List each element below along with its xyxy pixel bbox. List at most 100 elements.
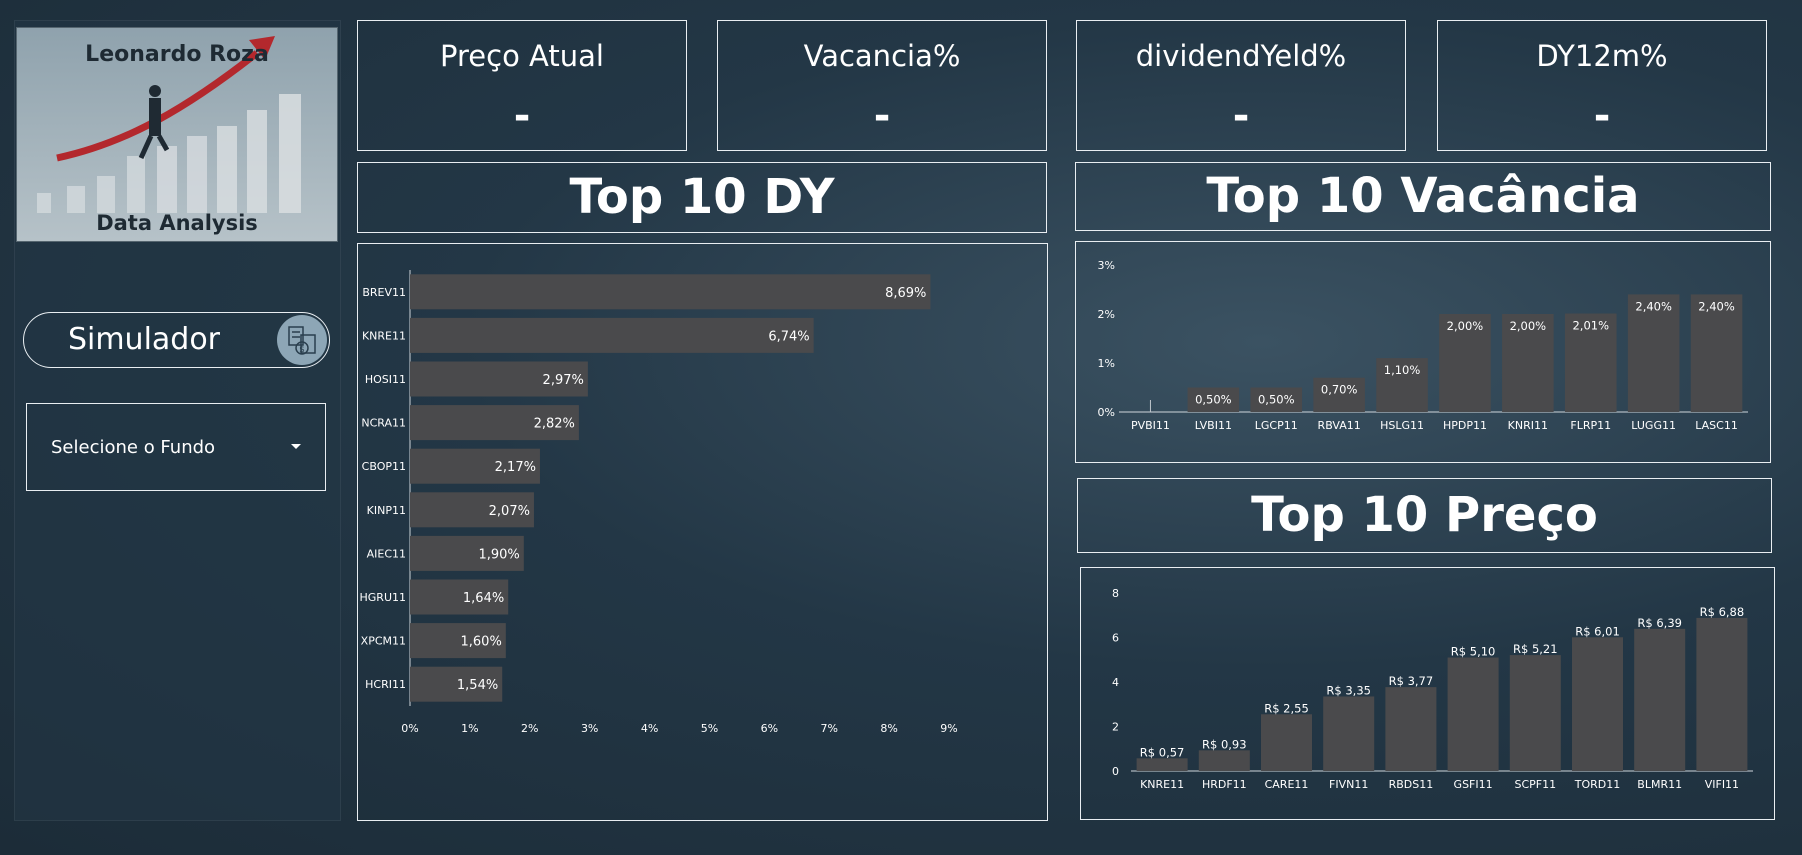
category-label: KNRE11 [1140, 778, 1184, 791]
category-label: PVBI11 [1131, 419, 1170, 432]
tick-label: 0% [1098, 406, 1115, 419]
data-label: 8,69% [885, 286, 926, 301]
category-label: BREV11 [362, 286, 406, 299]
data-label: 1,90% [478, 547, 519, 562]
data-label: R$ 0,93 [1202, 737, 1247, 751]
simulator-button[interactable]: Simulador $ [23, 312, 330, 368]
category-label: HGRU11 [360, 591, 407, 604]
dy-chart-svg: BREV11 8,69% KNRE11 6,74% HOSI11 2,97% NCRA11 2… [360, 270, 958, 735]
top10-vacancy-chart: 0% 1% 2% 3% PVBI11 LVBI11 0,50% LGCP11 0,50% RBVA… [1075, 241, 1771, 463]
logo: Leonardo Roza Data Analysis [16, 27, 338, 242]
category-label: HRDF11 [1202, 778, 1247, 791]
top10-price-chart: 0 2 4 6 8 KNRE11 R$ 0,57 HRDF11 R$ 0,93 CARE11 R$ … [1080, 567, 1775, 820]
category-label: TORD11 [1574, 778, 1621, 791]
tick-label: 2% [1098, 308, 1115, 321]
category-label: FIVN11 [1329, 778, 1368, 791]
kpi-card-dy12m: DY12m% - [1437, 20, 1767, 151]
kpi-label: Preço Atual [440, 39, 604, 73]
data-label: 2,00% [1510, 319, 1547, 333]
tick-label: 2% [521, 722, 538, 735]
category-label: CARE11 [1265, 778, 1309, 791]
kpi-label: DY12m% [1536, 39, 1668, 73]
kpi-card-vacancy: Vacancia% - [717, 20, 1047, 151]
data-label: R$ 3,77 [1389, 674, 1434, 688]
fund-select[interactable]: Selecione o Fundo [26, 403, 326, 491]
kpi-card-price: Preço Atual - [357, 20, 687, 151]
data-label: 1,60% [461, 635, 502, 650]
tick-label: 0% [401, 722, 418, 735]
kpi-label: dividendYeld% [1135, 39, 1347, 73]
bar [1696, 617, 1748, 771]
category-label: NCRA11 [361, 417, 406, 430]
category-label: LASC11 [1695, 419, 1738, 432]
data-label: 2,01% [1572, 319, 1609, 333]
bar [1634, 628, 1686, 771]
data-label: R$ 0,57 [1140, 745, 1185, 759]
bar [1198, 750, 1250, 771]
category-label: HOSI11 [365, 373, 406, 386]
tick-label: 4% [641, 722, 658, 735]
tick-label: 5% [701, 722, 718, 735]
data-label: R$ 5,10 [1451, 645, 1496, 659]
tick-label: 1% [461, 722, 478, 735]
data-label: R$ 3,35 [1326, 683, 1371, 697]
bar [1385, 687, 1437, 771]
tick-label: 0 [1112, 765, 1119, 778]
top10-price-title: Top 10 Preço [1077, 478, 1772, 553]
data-label: 0,70% [1321, 383, 1358, 397]
data-label: 2,00% [1447, 319, 1484, 333]
category-label: GSFI11 [1454, 778, 1493, 791]
top10-vacancy-title: Top 10 Vacância [1075, 162, 1771, 231]
logo-subtitle: Data Analysis [96, 211, 258, 235]
kpi-value: - [513, 93, 531, 139]
data-label: 2,82% [534, 417, 575, 432]
kpi-value: - [1232, 93, 1250, 139]
kpi-label: Vacancia% [803, 39, 961, 73]
category-label: KNRI11 [1508, 419, 1548, 432]
tick-label: 3% [581, 722, 598, 735]
tick-label: 9% [940, 722, 957, 735]
category-label: LGCP11 [1255, 419, 1298, 432]
fund-select-value: Selecione o Fundo [51, 437, 216, 458]
top10-dy-title: Top 10 DY [357, 162, 1047, 233]
logo-title: Leonardo Roza [85, 42, 269, 67]
category-label: BLMR11 [1637, 778, 1682, 791]
svg-text:$: $ [299, 345, 305, 355]
category-label: KNRE11 [362, 329, 406, 342]
kpi-card-dividend-yield: dividendYeld% - [1076, 20, 1406, 151]
data-label: 6,74% [768, 329, 809, 344]
bar [410, 274, 931, 310]
category-label: HPDP11 [1443, 419, 1487, 432]
data-label: 1,54% [457, 678, 498, 693]
category-label: RBVA11 [1318, 419, 1361, 432]
data-label: R$ 6,88 [1700, 605, 1745, 619]
data-label: 1,10% [1384, 363, 1421, 377]
bar [1260, 714, 1313, 771]
tick-label: 4 [1112, 676, 1119, 689]
category-label: HCRI11 [365, 678, 406, 691]
calculator-icon: $ [277, 315, 327, 365]
data-label: R$ 2,55 [1264, 701, 1309, 715]
category-label: HSLG11 [1380, 419, 1424, 432]
data-label: R$ 6,01 [1575, 624, 1620, 638]
vacancy-chart-svg: 0% 1% 2% 3% PVBI11 LVBI11 0,50% LGCP11 0,50% RBVA… [1098, 259, 1748, 432]
kpi-value: - [1593, 93, 1611, 139]
category-label: AIEC11 [367, 547, 406, 560]
tick-label: 8% [880, 722, 897, 735]
category-label: SCPF11 [1514, 778, 1556, 791]
tick-label: 6% [761, 722, 778, 735]
category-label: CBOP11 [362, 460, 406, 473]
bar [1136, 758, 1188, 771]
data-label: 0,50% [1258, 393, 1295, 407]
tick-label: 7% [820, 722, 837, 735]
category-label: LVBI11 [1195, 419, 1232, 432]
bar [1447, 657, 1499, 771]
simulator-label: Simulador [67, 322, 221, 357]
category-label: LUGG11 [1631, 419, 1676, 432]
data-label: 1,64% [463, 591, 504, 606]
chevron-down-icon [291, 444, 301, 449]
category-label: KINP11 [367, 504, 406, 517]
tick-label: 1% [1098, 357, 1115, 370]
kpi-value: - [873, 93, 891, 139]
bar [410, 317, 814, 353]
